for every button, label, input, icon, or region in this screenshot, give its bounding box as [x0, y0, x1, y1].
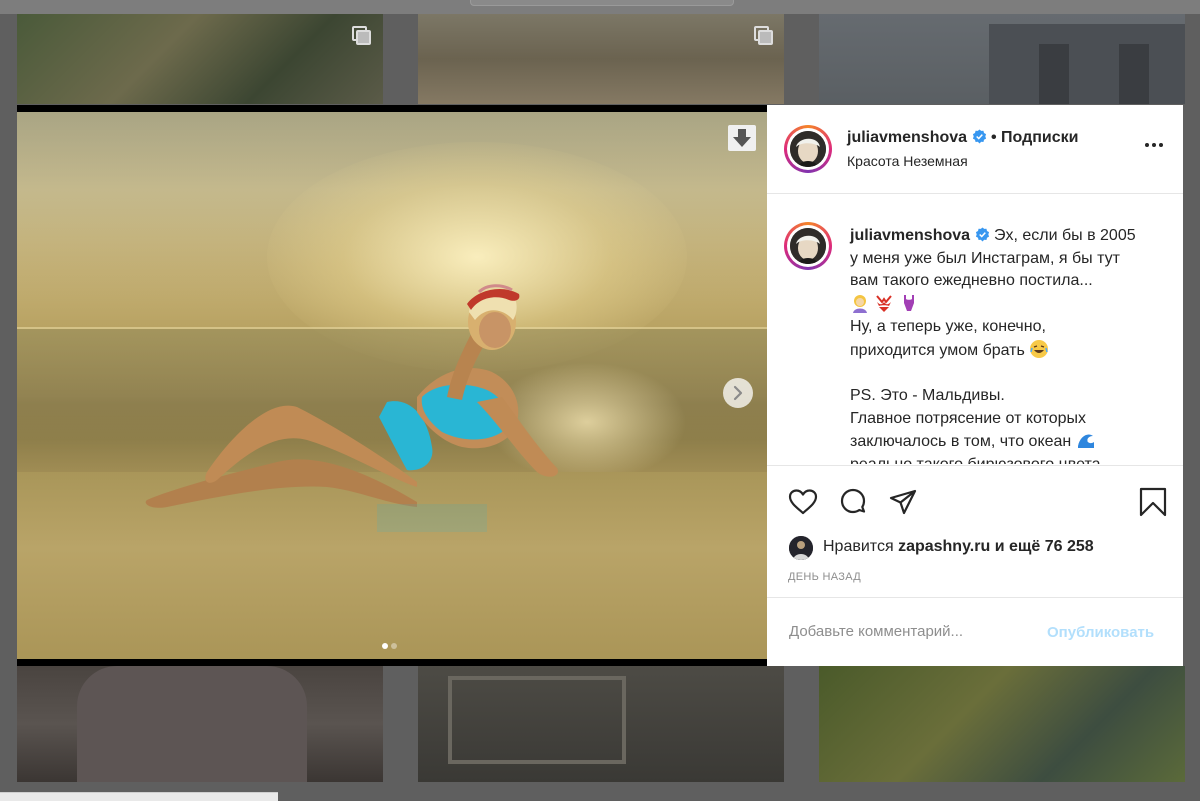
- background-tile-4[interactable]: [17, 666, 383, 782]
- carousel-dot: [391, 643, 397, 649]
- caption-line: Главное потрясение от которых: [850, 409, 1087, 427]
- carousel-indicator: [382, 636, 400, 654]
- likes-count[interactable]: и ещё 76 258: [995, 538, 1094, 555]
- background-tile-5[interactable]: [418, 666, 784, 782]
- avatar[interactable]: [784, 125, 832, 173]
- caption-line: у меня уже был Инстаграм, я бы тут: [850, 249, 1120, 267]
- background-tile-6[interactable]: [819, 666, 1185, 782]
- emoji-group: [850, 293, 919, 313]
- likes-prefix: Нравится: [823, 538, 894, 555]
- avatar[interactable]: [784, 222, 832, 270]
- post-timestamp[interactable]: ДЕНЬ НАЗАД: [788, 571, 861, 583]
- caption-line: реально такого бирюзового цвета.: [850, 456, 1105, 464]
- more-options-icon: [1145, 143, 1149, 147]
- post-header: juliavmenshova • Подписки Красота Неземн…: [767, 105, 1183, 194]
- carousel-next-button[interactable]: [723, 378, 753, 408]
- liker-avatar[interactable]: [789, 536, 813, 560]
- caption-line: Эх, если бы в 2005: [993, 227, 1136, 244]
- comment-input[interactable]: [787, 622, 1041, 641]
- download-button[interactable]: [728, 125, 756, 151]
- caption-area[interactable]: juliavmenshova Эх, если бы в 2005 у меня…: [767, 194, 1183, 464]
- liker-username[interactable]: zapashny.ru: [898, 538, 990, 555]
- following-button[interactable]: • Подписки: [991, 129, 1079, 146]
- bookmark-icon[interactable]: [1137, 486, 1169, 518]
- multiple-photos-icon: [352, 26, 371, 45]
- background-search: [470, 0, 734, 6]
- username-link[interactable]: juliavmenshova: [847, 129, 967, 146]
- bikini-emoji: [876, 295, 893, 312]
- caption-line: заключалось в том, что океан: [850, 433, 1072, 451]
- heart-icon[interactable]: [787, 486, 819, 518]
- carousel-dot: [382, 643, 388, 649]
- background-tile-2[interactable]: [418, 14, 784, 104]
- caption-username[interactable]: juliavmenshova: [850, 227, 970, 244]
- caption-line: приходится умом брать: [850, 341, 1025, 359]
- photo-woman-figure: [145, 284, 558, 532]
- multiple-photos-icon: [754, 26, 773, 45]
- verified-badge-icon: [972, 129, 986, 144]
- chevron-right-icon: [733, 385, 743, 401]
- download-icon: [733, 129, 751, 147]
- publish-button[interactable]: Опубликовать: [1047, 624, 1154, 641]
- location-link[interactable]: Красота Неземная: [847, 153, 968, 169]
- verified-badge-icon: [975, 227, 989, 242]
- wave-emoji: [1077, 434, 1094, 449]
- background-tile-3[interactable]: [819, 14, 1185, 104]
- post-header-line: juliavmenshova • Подписки: [847, 129, 1078, 147]
- comment-icon[interactable]: [837, 486, 869, 518]
- share-icon[interactable]: [887, 486, 919, 518]
- post-actions: Нравится zapashny.ru и ещё 76 258 ДЕНЬ Н…: [767, 465, 1183, 596]
- laughing-emoji: [1030, 339, 1049, 358]
- caption-line: PS. Это - Мальдивы.: [850, 387, 1005, 405]
- background-tile-1[interactable]: [17, 14, 383, 104]
- post-sidebar: juliavmenshova • Подписки Красота Неземн…: [767, 105, 1183, 666]
- comment-bar: Опубликовать: [767, 597, 1183, 667]
- woman-blonde-emoji: [853, 294, 867, 313]
- post-photo[interactable]: [17, 112, 767, 659]
- swimsuit-emoji: [903, 294, 914, 311]
- background-topbar: [0, 0, 1200, 14]
- more-options-button[interactable]: [1145, 141, 1167, 151]
- post-caption: juliavmenshova Эх, если бы в 2005 у меня…: [850, 225, 1160, 464]
- caption-line: вам такого ежедневно постила...: [850, 272, 1093, 290]
- likes-summary: Нравится zapashny.ru и ещё 76 258: [823, 538, 1094, 556]
- caption-line: Ну, а теперь уже, конечно,: [850, 318, 1046, 336]
